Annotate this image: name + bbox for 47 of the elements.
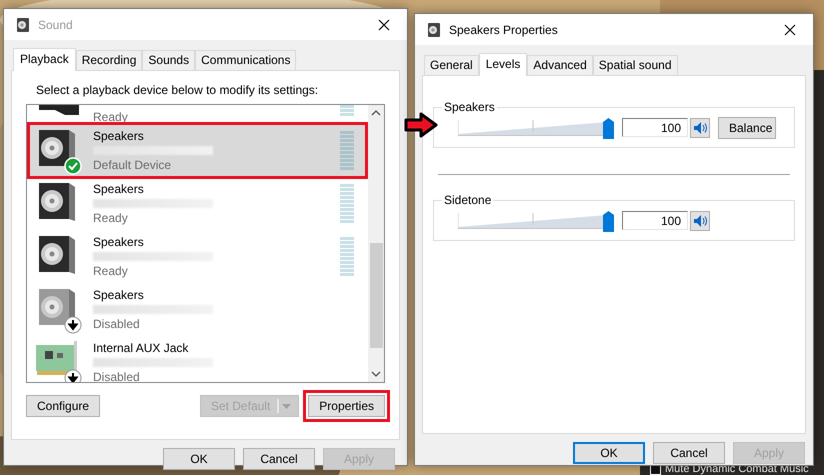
device-item[interactable]: Ready bbox=[29, 105, 366, 124]
speaker-icon bbox=[16, 16, 30, 32]
dialog-button[interactable]: Cancel bbox=[653, 442, 725, 464]
scrollbar[interactable] bbox=[368, 105, 384, 382]
device-status: Ready bbox=[93, 211, 129, 225]
device-name: Speakers bbox=[93, 288, 145, 302]
device-item[interactable]: Speakers Default Device bbox=[29, 124, 366, 177]
dialog-button[interactable]: OK bbox=[573, 442, 645, 464]
tab[interactable]: Recording bbox=[76, 50, 142, 70]
device-name: Speakers bbox=[93, 235, 145, 249]
tab[interactable]: Communications bbox=[195, 50, 296, 70]
device-status: Disabled bbox=[93, 370, 141, 382]
level-meter-icon bbox=[340, 130, 354, 170]
action-button[interactable]: Properties bbox=[308, 395, 385, 417]
device-status: Ready bbox=[93, 264, 129, 278]
level-meter-icon bbox=[340, 105, 354, 117]
device-name: Speakers bbox=[93, 129, 145, 143]
tab[interactable]: General bbox=[424, 55, 479, 75]
tab[interactable]: Levels bbox=[478, 53, 528, 76]
dialog-button[interactable]: OK bbox=[163, 448, 235, 470]
speaker-icon bbox=[427, 22, 441, 38]
device-item[interactable]: Speakers Ready bbox=[29, 177, 366, 230]
level-field[interactable]: 100 bbox=[622, 211, 688, 230]
scroll-thumb[interactable] bbox=[370, 243, 382, 348]
device-item[interactable]: Speakers Ready bbox=[29, 230, 366, 283]
level-meter-icon bbox=[340, 184, 354, 224]
balance-button[interactable]: Balance bbox=[718, 116, 776, 138]
tab[interactable]: Sounds bbox=[142, 50, 196, 70]
action-button[interactable]: Configure bbox=[26, 395, 100, 417]
group-label: Sidetone bbox=[442, 193, 494, 207]
device-status: Disabled bbox=[93, 317, 141, 331]
tab[interactable]: Advanced bbox=[527, 55, 593, 75]
slider-thumb[interactable] bbox=[603, 210, 614, 232]
level-meter-icon bbox=[340, 236, 354, 276]
group-label: Speakers bbox=[442, 100, 497, 114]
window-title: Speakers Properties bbox=[449, 22, 559, 36]
slider-thumb[interactable] bbox=[603, 118, 614, 138]
tab[interactable]: Spatial sound bbox=[592, 55, 678, 75]
device-name: Internal AUX Jack bbox=[93, 341, 190, 355]
instruction-text: Select a playback device below to modify its settings: bbox=[36, 83, 320, 97]
device-status: Default Device bbox=[93, 158, 172, 172]
window-title: Sound bbox=[38, 18, 74, 32]
tab[interactable]: Playback bbox=[13, 48, 76, 71]
device-name: Speakers bbox=[93, 182, 145, 196]
dialog-button[interactable]: Cancel bbox=[243, 448, 315, 470]
device-status: Ready bbox=[93, 110, 129, 124]
level-field[interactable]: 100 bbox=[622, 118, 688, 137]
